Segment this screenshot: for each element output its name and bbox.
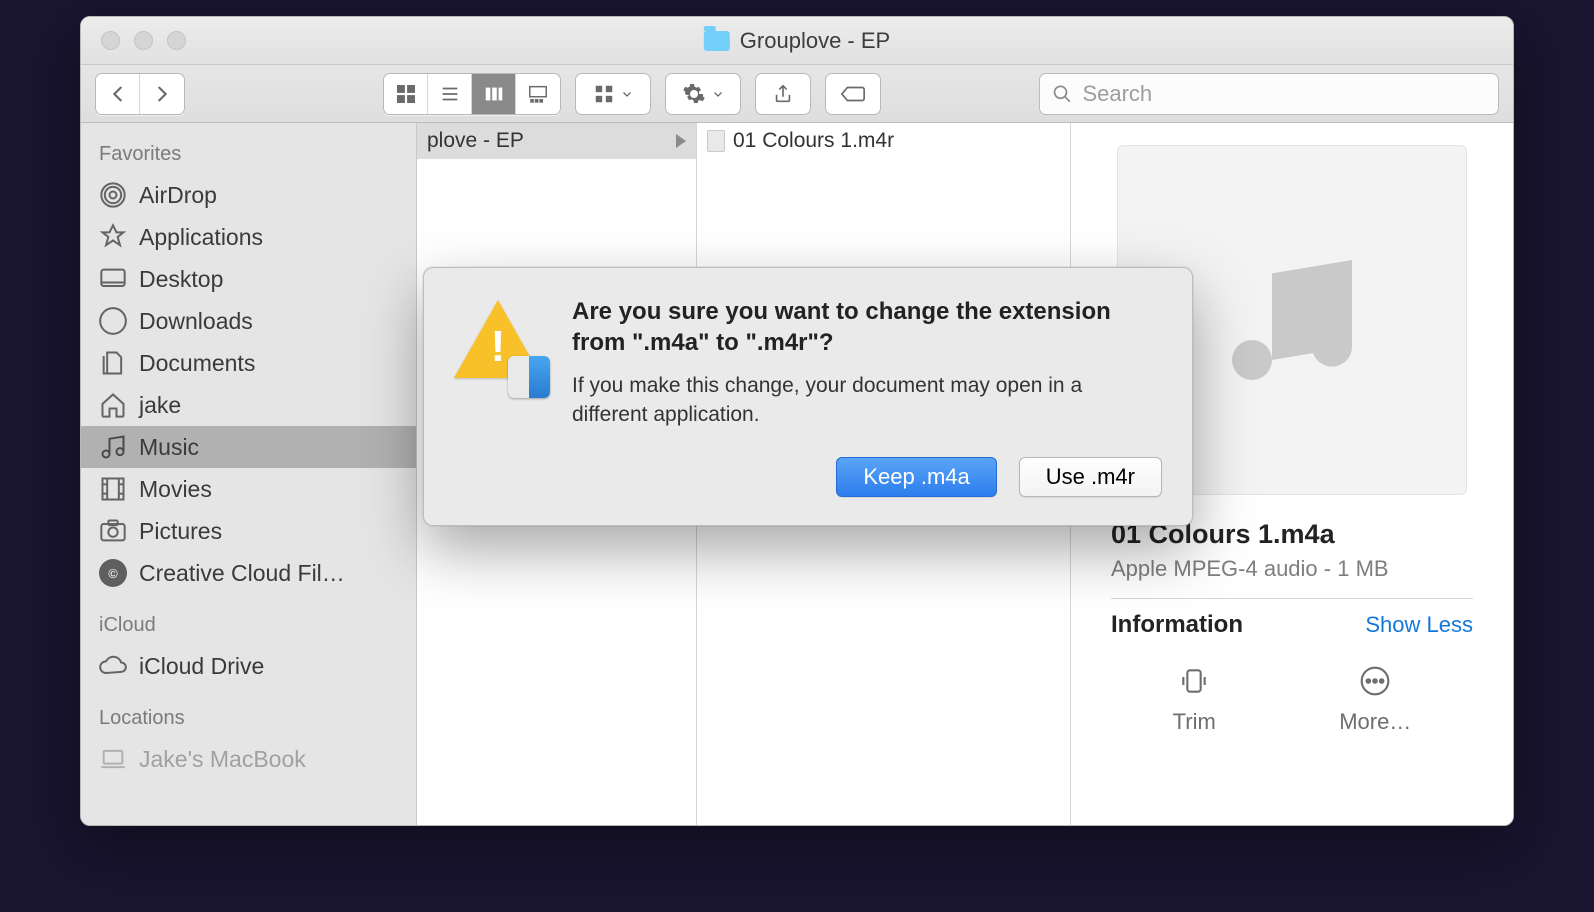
dialog-icon [454, 300, 546, 392]
laptop-icon [99, 745, 127, 773]
list-view-button[interactable] [428, 74, 472, 114]
sidebar-item-documents[interactable]: Documents [81, 342, 416, 384]
sidebar-item-music[interactable]: Music [81, 426, 416, 468]
sidebar-item-label: Downloads [139, 308, 253, 335]
airdrop-icon [99, 181, 127, 209]
column-item-folder[interactable]: plove - EP [417, 123, 696, 159]
column-item-label: 01 Colours 1.m4r [733, 129, 894, 153]
action-button[interactable] [665, 73, 741, 115]
music-icon [99, 433, 127, 461]
sidebar-item-macbook[interactable]: Jake's MacBook [81, 738, 416, 780]
finder-window: Grouplove - EP [80, 16, 1514, 826]
close-dot[interactable] [101, 31, 120, 50]
preview-info-row: Information Show Less [1111, 611, 1473, 639]
cloud-icon [99, 652, 127, 680]
divider [1111, 598, 1473, 599]
sidebar: Favorites AirDrop Applications Desktop D… [81, 123, 417, 825]
folder-icon [704, 31, 730, 51]
column-view-button[interactable] [472, 74, 516, 114]
audio-file-icon [707, 130, 725, 152]
trim-action[interactable]: Trim [1173, 665, 1216, 735]
action-label: Trim [1173, 709, 1216, 735]
nav-buttons [95, 73, 185, 115]
show-less-link[interactable]: Show Less [1365, 612, 1473, 638]
sidebar-header-favorites: Favorites [81, 137, 416, 174]
preview-actions: Trim More… [1111, 665, 1473, 735]
gallery-view-button[interactable] [516, 74, 560, 114]
tags-button[interactable] [825, 73, 881, 115]
cc-icon: © [99, 559, 127, 587]
sidebar-item-applications[interactable]: Applications [81, 216, 416, 258]
sidebar-item-label: Applications [139, 224, 263, 251]
sidebar-item-movies[interactable]: Movies [81, 468, 416, 510]
column-item-label: plove - EP [427, 129, 524, 153]
search-input[interactable] [1082, 81, 1486, 107]
more-action[interactable]: More… [1339, 665, 1411, 735]
search-icon [1052, 83, 1072, 105]
titlebar: Grouplove - EP [81, 17, 1513, 65]
sidebar-item-label: Jake's MacBook [139, 746, 306, 773]
sidebar-item-airdrop[interactable]: AirDrop [81, 174, 416, 216]
icon-view-button[interactable] [384, 74, 428, 114]
search-box[interactable] [1039, 73, 1499, 115]
chevron-right-icon [676, 134, 686, 148]
zoom-dot[interactable] [167, 31, 186, 50]
documents-icon [99, 349, 127, 377]
movies-icon [99, 475, 127, 503]
sidebar-item-label: Music [139, 434, 199, 461]
desktop-icon [99, 265, 127, 293]
window-title: Grouplove - EP [740, 28, 890, 54]
sidebar-item-icloud-drive[interactable]: iCloud Drive [81, 645, 416, 687]
dialog-title: Are you sure you want to change the exte… [572, 296, 1162, 358]
sidebar-item-label: AirDrop [139, 182, 217, 209]
sidebar-item-desktop[interactable]: Desktop [81, 258, 416, 300]
sidebar-item-home[interactable]: jake [81, 384, 416, 426]
downloads-icon [99, 307, 127, 335]
sidebar-item-creative-cloud[interactable]: © Creative Cloud Fil… [81, 552, 416, 594]
forward-button[interactable] [140, 74, 184, 114]
apps-icon [99, 223, 127, 251]
sidebar-item-label: Documents [139, 350, 255, 377]
sidebar-item-label: Movies [139, 476, 212, 503]
dialog-message: If you make this change, your document m… [572, 372, 1162, 429]
group-by-button[interactable] [575, 73, 651, 115]
column-item-file[interactable]: 01 Colours 1.m4r [697, 123, 1070, 159]
pictures-icon [99, 517, 127, 545]
minimize-dot[interactable] [134, 31, 153, 50]
sidebar-item-label: Desktop [139, 266, 223, 293]
more-icon [1359, 665, 1391, 697]
trim-icon [1178, 665, 1210, 697]
music-note-icon [1212, 240, 1372, 400]
sidebar-item-pictures[interactable]: Pictures [81, 510, 416, 552]
sidebar-item-label: Creative Cloud Fil… [139, 560, 345, 587]
toolbar [81, 65, 1513, 123]
keep-m4a-button[interactable]: Keep .m4a [836, 457, 996, 497]
share-button[interactable] [755, 73, 811, 115]
back-button[interactable] [96, 74, 140, 114]
sidebar-item-label: Pictures [139, 518, 222, 545]
extension-change-dialog: Are you sure you want to change the exte… [423, 267, 1193, 526]
sidebar-item-downloads[interactable]: Downloads [81, 300, 416, 342]
home-icon [99, 391, 127, 419]
sidebar-header-icloud: iCloud [81, 608, 416, 645]
sidebar-header-locations: Locations [81, 701, 416, 738]
sidebar-item-label: jake [139, 392, 181, 419]
view-switcher [383, 73, 561, 115]
action-label: More… [1339, 709, 1411, 735]
preview-info-header: Information [1111, 611, 1243, 639]
sidebar-item-label: iCloud Drive [139, 653, 264, 680]
window-title-area: Grouplove - EP [704, 28, 890, 54]
traffic-lights [81, 31, 186, 50]
finder-badge-icon [508, 356, 550, 398]
use-m4r-button[interactable]: Use .m4r [1019, 457, 1162, 497]
preview-subtitle: Apple MPEG-4 audio - 1 MB [1111, 556, 1473, 582]
